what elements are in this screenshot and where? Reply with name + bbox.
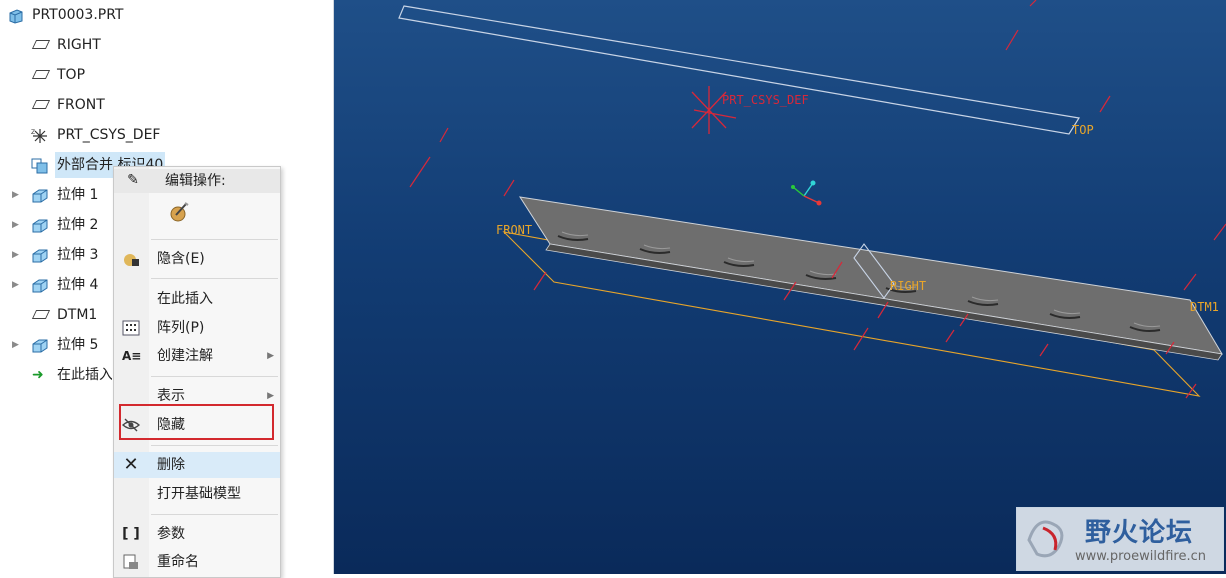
forum-watermark: 野火论坛 www.proewildfire.cn xyxy=(1016,507,1224,571)
annotation-icon: A≡ xyxy=(122,349,142,363)
edit-definition-button[interactable] xyxy=(168,201,190,223)
menu-item-parameters[interactable]: [ ] 参数 xyxy=(114,521,280,547)
pattern-icon xyxy=(122,320,140,336)
menu-separator xyxy=(151,278,278,279)
menu-item-label: 重命名 xyxy=(157,554,199,570)
tree-item-extrude-2[interactable]: ▶ 拉伸 2 xyxy=(0,212,110,238)
menu-header-label: 编辑操作: xyxy=(165,173,226,189)
menu-separator xyxy=(151,514,278,515)
menu-separator xyxy=(151,239,278,240)
tree-item-label: 拉伸 3 xyxy=(57,247,99,263)
tree-item-extrude-5[interactable]: ▶ 拉伸 5 xyxy=(0,332,110,358)
tree-item-top[interactable]: TOP xyxy=(0,62,200,88)
menu-item-open-base-model[interactable]: 打开基础模型 xyxy=(114,481,280,507)
part-icon xyxy=(8,7,26,24)
menu-item-label: 创建注解 xyxy=(157,348,213,364)
menu-item-label: 打开基础模型 xyxy=(157,486,241,502)
tree-item-extrude-4[interactable]: ▶ 拉伸 4 xyxy=(0,272,110,298)
tree-item-label: PRT0003.PRT xyxy=(32,7,124,23)
menu-item-label: 隐含(E) xyxy=(157,251,205,267)
tree-item-csys[interactable]: Z PRT_CSYS_DEF xyxy=(0,122,200,148)
edit-tool-icon xyxy=(170,202,189,222)
part-body-top xyxy=(518,196,1223,355)
tree-item-label: TOP xyxy=(57,67,86,83)
tree-item-extrude-1[interactable]: ▶ 拉伸 1 xyxy=(0,182,110,208)
suppress-icon xyxy=(122,251,140,267)
top-datum-plane xyxy=(398,5,1080,135)
graphics-viewport[interactable]: TOP PRT_CSYS_DEF FRONT RIGHT DTM1 xyxy=(334,0,1226,574)
tree-item-dtm1[interactable]: DTM1 xyxy=(0,302,110,328)
view-triad xyxy=(791,180,822,206)
svg-text:Z: Z xyxy=(31,129,35,136)
menu-icon-gutter xyxy=(114,167,149,577)
extrude-icon xyxy=(31,187,49,203)
extrude-icon xyxy=(31,217,49,233)
merge-feature-icon xyxy=(31,157,49,174)
tree-item-label: 拉伸 4 xyxy=(57,277,99,293)
menu-item-create-annotation[interactable]: A≡ 创建注解 ▶ xyxy=(114,343,280,369)
expand-arrow-icon[interactable]: ▶ xyxy=(12,242,22,268)
extrude-icon xyxy=(31,337,49,353)
menu-item-label: 删除 xyxy=(157,457,185,473)
menu-item-label: 阵列(P) xyxy=(157,320,205,336)
menu-separator xyxy=(151,445,278,446)
tree-item-label: 拉伸 5 xyxy=(57,337,99,353)
tree-item-label: 拉伸 2 xyxy=(57,217,99,233)
datum-plane-icon xyxy=(31,97,51,113)
delete-x-icon: ✕ xyxy=(123,454,139,475)
forum-logo-icon xyxy=(1027,520,1064,558)
tree-item-label: DTM1 xyxy=(57,307,98,323)
datum-plane-icon xyxy=(31,37,51,53)
rename-icon xyxy=(122,554,140,570)
menu-item-rename[interactable]: 重命名 xyxy=(114,549,280,575)
context-menu: ✎ 编辑操作: 隐含(E) 在此插入 阵列(P) A≡ 创建注解 ▶ 表示 ▶ … xyxy=(113,166,281,578)
menu-item-label: 参数 xyxy=(157,526,185,542)
front-plane-label: FRONT xyxy=(496,223,532,237)
dtm1-plane-label: DTM1 xyxy=(1190,300,1219,314)
right-plane-label: RIGHT xyxy=(890,279,926,293)
extrude-icon xyxy=(31,247,49,263)
extrude-icon xyxy=(31,277,49,293)
datum-plane-icon xyxy=(31,307,51,323)
menu-item-insert-here[interactable]: 在此插入 xyxy=(114,286,280,312)
menu-separator xyxy=(151,376,278,377)
model-scene: TOP PRT_CSYS_DEF FRONT RIGHT DTM1 xyxy=(398,0,1226,399)
submenu-arrow-icon: ▶ xyxy=(267,351,274,361)
menu-header: ✎ 编辑操作: xyxy=(114,169,280,193)
tree-item-extrude-3[interactable]: ▶ 拉伸 3 xyxy=(0,242,110,268)
expand-arrow-icon[interactable]: ▶ xyxy=(12,182,22,208)
top-plane-label: TOP xyxy=(1072,123,1094,137)
tree-item-label: PRT_CSYS_DEF xyxy=(57,127,161,143)
menu-item-suppress[interactable]: 隐含(E) xyxy=(114,246,280,272)
tree-item-label: 拉伸 1 xyxy=(57,187,99,203)
watermark-title: 野火论坛 xyxy=(1085,518,1194,548)
pencil-icon: ✎ xyxy=(127,172,139,188)
tree-item-label: 在此插入 xyxy=(57,367,112,383)
expand-arrow-icon[interactable]: ▶ xyxy=(12,332,22,358)
watermark-url: www.proewildfire.cn xyxy=(1075,549,1206,564)
expand-arrow-icon[interactable]: ▶ xyxy=(12,272,22,298)
tree-item-right[interactable]: RIGHT xyxy=(0,32,200,58)
tree-item-label: RIGHT xyxy=(57,37,101,53)
coordinate-system-icon: Z xyxy=(30,127,48,143)
tree-item-part[interactable]: PRT0003.PRT xyxy=(0,2,200,28)
tree-item-insert-here[interactable]: ➜ 在此插入 xyxy=(0,362,112,388)
parameters-icon: [ ] xyxy=(122,526,140,542)
highlight-box-hide xyxy=(119,404,274,440)
tree-item-front[interactable]: FRONT xyxy=(0,92,200,118)
tree-item-label: FRONT xyxy=(57,97,105,113)
expand-arrow-icon[interactable]: ▶ xyxy=(12,212,22,238)
insert-here-icon: ➜ xyxy=(32,367,44,383)
menu-item-delete[interactable]: ✕ 删除 xyxy=(114,452,280,478)
datum-plane-icon xyxy=(31,67,51,83)
menu-item-pattern[interactable]: 阵列(P) xyxy=(114,315,280,341)
csys-label: PRT_CSYS_DEF xyxy=(722,93,809,107)
menu-item-label: 在此插入 xyxy=(157,291,213,307)
